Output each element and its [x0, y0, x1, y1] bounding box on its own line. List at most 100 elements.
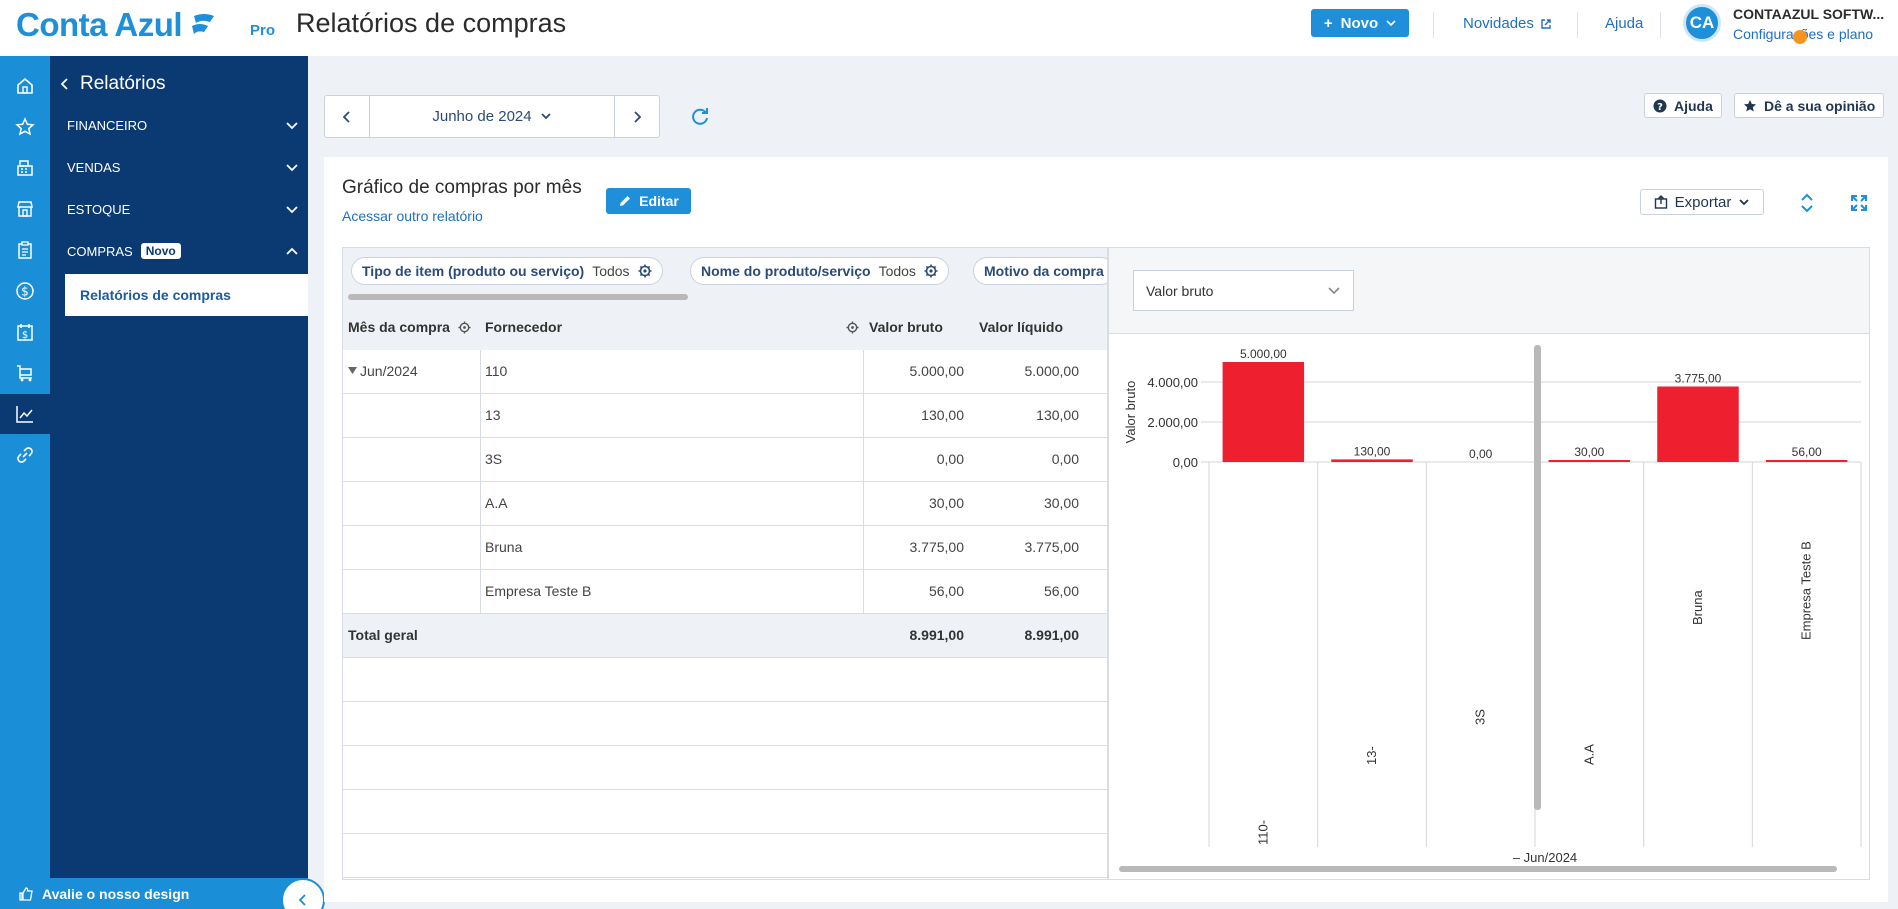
novo-button[interactable]: + Novo [1311, 9, 1409, 37]
chevron-up-icon [286, 247, 298, 255]
refresh-icon[interactable] [688, 105, 712, 129]
filter-scrollbar[interactable] [348, 294, 688, 300]
table-row: A.A 30,00 30,00 [343, 482, 1107, 526]
column-label: Fornecedor [485, 319, 563, 335]
measure-select[interactable]: Valor bruto [1133, 270, 1354, 311]
feedback-bar[interactable]: Avalie o nosso design [0, 878, 308, 909]
chevron-left-icon [298, 894, 306, 906]
net-cell: 0,00 [1051, 451, 1079, 467]
nav-section-label: COMPRAS [67, 243, 133, 259]
y-tick-label: 4.000,00 [1147, 375, 1198, 390]
nav-section-vendas[interactable]: VENDAS [67, 160, 299, 175]
export-label: Exportar [1674, 193, 1732, 211]
gross-cell: 0,00 [936, 451, 964, 467]
register-icon[interactable] [0, 148, 50, 188]
avatar[interactable]: CA [1683, 4, 1721, 42]
top-bar: Conta Azul Pro Relatórios de compras + N… [0, 0, 1898, 56]
x-tick-label: Empresa Teste B [1799, 541, 1814, 640]
x-tick-label: Bruna [1690, 590, 1705, 625]
month-cell[interactable]: Jun/2024 [348, 363, 418, 379]
bar [1331, 459, 1413, 462]
clipboard-icon[interactable] [0, 230, 50, 270]
report-title: Gráfico de compras por mês [342, 177, 582, 198]
prev-period-button[interactable] [325, 96, 370, 137]
filter-chip-tipo-item[interactable]: Tipo de item (produto ou serviço) Todos [351, 257, 663, 285]
column-header-valor-liquido[interactable]: Valor líquido [979, 319, 1063, 335]
expand-collapse-icon[interactable] [1795, 191, 1819, 215]
notification-dot [1793, 30, 1807, 44]
gear-icon[interactable] [846, 321, 859, 334]
calendar-dollar-icon[interactable]: $ [0, 312, 50, 352]
column-header-valor-bruto[interactable]: Valor bruto [869, 319, 943, 335]
subnav-title: Relatórios [80, 73, 166, 94]
nav-section-label: FINANCEIRO [67, 118, 148, 133]
table-row: Jun/2024 110 5.000,00 5.000,00 [343, 350, 1107, 394]
chart-icon[interactable] [0, 394, 50, 434]
novo-label: Novo [1340, 14, 1379, 32]
nav-section-compras[interactable]: COMPRAS Novo [67, 243, 299, 259]
other-report-link[interactable]: Acessar outro relatório [342, 208, 483, 224]
ajuda-label: Ajuda [1605, 15, 1644, 32]
chevron-down-icon [540, 113, 551, 120]
y-axis-label: Valor bruto [1123, 381, 1138, 444]
divider [480, 394, 481, 438]
cart-icon[interactable] [0, 353, 50, 393]
page-title: Relatórios de compras [296, 8, 567, 38]
report-card: Gráfico de compras por mês Acessar outro… [324, 157, 1888, 902]
total-row: Total geral 8.991,00 8.991,00 [343, 614, 1107, 658]
svg-text:$: $ [21, 285, 29, 299]
subnav-back[interactable]: Relatórios [60, 73, 166, 95]
chevron-left-icon [342, 110, 350, 123]
period-selector: Junho de 2024 [324, 95, 660, 138]
gross-cell: 30,00 [928, 495, 964, 511]
export-button[interactable]: Exportar [1640, 189, 1764, 215]
column-label: Mês da compra [348, 319, 450, 335]
filter-key: Tipo de item (produto ou serviço) [362, 263, 585, 279]
filter-chip-motivo[interactable]: Motivo da compra [973, 257, 1107, 285]
star-icon[interactable] [0, 107, 50, 147]
total-gross: 8.991,00 [909, 627, 965, 643]
store-icon[interactable] [0, 189, 50, 229]
edit-button[interactable]: Editar [606, 188, 691, 214]
link-icon[interactable] [0, 435, 50, 475]
collapse-sidebar-button[interactable] [281, 878, 325, 909]
supplier-cell: Bruna [485, 539, 523, 555]
filter-bar: Tipo de item (produto ou serviço) Todos … [343, 248, 1107, 306]
conta-azul-logo[interactable]: Conta Azul [16, 6, 218, 44]
gear-icon [924, 264, 938, 278]
total-net: 8.991,00 [1024, 627, 1080, 643]
nav-section-label: ESTOQUE [67, 202, 131, 217]
novidades-link[interactable]: Novidades [1463, 15, 1552, 32]
bar-value-label: 130,00 [1354, 444, 1391, 458]
nav-section-estoque[interactable]: ESTOQUE [67, 202, 299, 217]
empty-row [343, 702, 1107, 746]
star-icon [1744, 99, 1756, 111]
opinion-button[interactable]: Dê a sua opinião [1734, 93, 1885, 118]
help-button[interactable]: ? Ajuda [1644, 93, 1722, 118]
fullscreen-icon[interactable] [1847, 191, 1871, 215]
divider [480, 570, 481, 614]
next-period-button[interactable] [614, 96, 659, 137]
supplier-cell: A.A [485, 495, 508, 511]
bar-value-label: 5.000,00 [1240, 347, 1287, 361]
filter-key: Motivo da compra [984, 263, 1104, 279]
total-label: Total geral [348, 627, 418, 643]
chevron-down-icon [1328, 287, 1340, 295]
column-header-mes[interactable]: Mês da compra [348, 319, 471, 335]
divider [480, 526, 481, 570]
filter-chip-nome-produto[interactable]: Nome do produto/serviço Todos [690, 257, 949, 285]
supplier-cell: 13 [485, 407, 501, 423]
home-icon[interactable] [0, 66, 50, 106]
y-tick-label: 0,00 [1173, 455, 1198, 470]
nav-section-financeiro[interactable]: FINANCEIRO [67, 118, 299, 133]
nav-item-relatorios-compras[interactable]: Relatórios de compras [65, 274, 308, 316]
table-row: 3S 0,00 0,00 [343, 438, 1107, 482]
column-header-fornecedor[interactable]: Fornecedor [485, 319, 562, 335]
company-name[interactable]: CONTAAZUL SOFTW... [1733, 6, 1884, 22]
measure-select-value: Valor bruto [1146, 282, 1214, 299]
period-dropdown[interactable]: Junho de 2024 [370, 96, 614, 137]
chart-vertical-scrollbar[interactable] [1534, 345, 1541, 810]
bar [1657, 386, 1739, 462]
dollar-icon[interactable]: $ [0, 271, 50, 311]
ajuda-link[interactable]: Ajuda [1605, 15, 1643, 32]
